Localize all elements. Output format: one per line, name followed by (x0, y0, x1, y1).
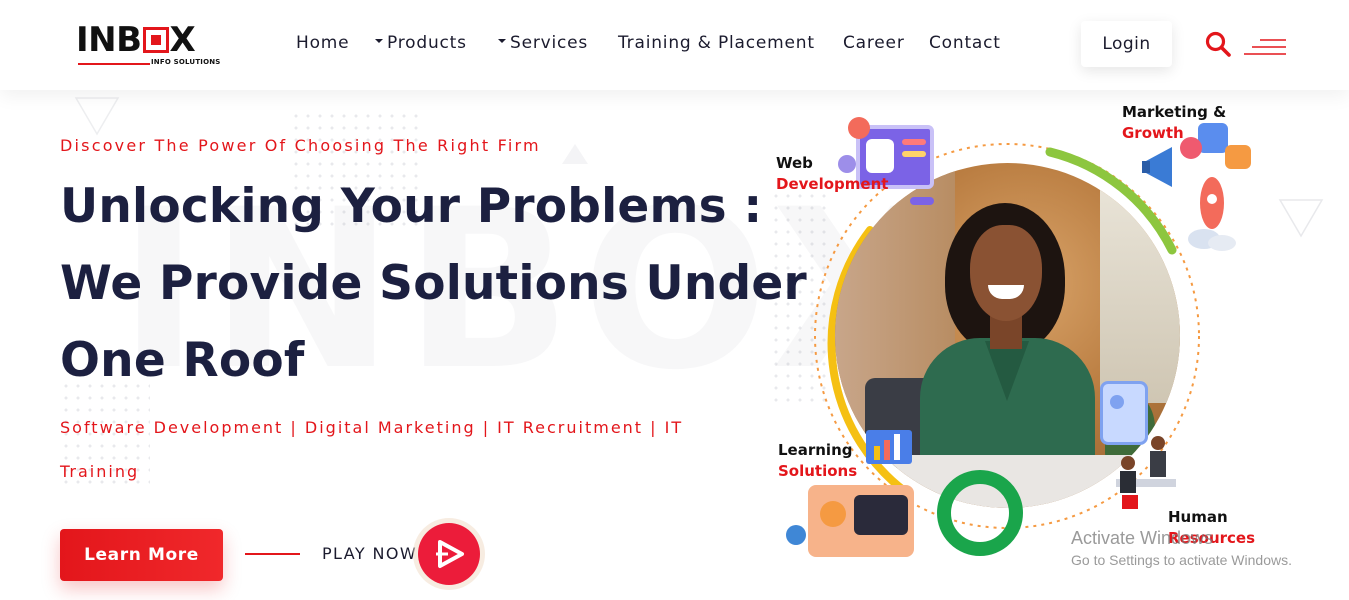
hero-illustration: Web Development Marketing & Growth Learn… (770, 95, 1330, 600)
bar-chart-icon (866, 430, 912, 464)
hero-headline: Unlocking Your Problems : We Provide Sol… (60, 168, 807, 399)
login-button[interactable]: Login (1081, 21, 1172, 67)
triangle-outline-icon (562, 144, 588, 164)
teacher-avatar-icon (820, 501, 846, 527)
photo-window (1100, 183, 1180, 403)
search-icon[interactable] (1204, 30, 1232, 58)
globe-icon (786, 525, 806, 545)
rocket-icon (1188, 177, 1236, 251)
nav-label: Products (387, 33, 467, 53)
activate-windows-title: Activate Windows (1071, 528, 1214, 548)
nav-label: Services (510, 33, 589, 53)
site-header: INB X INFO SOLUTIONS Home Products Servic… (0, 0, 1349, 90)
thumbs-up-icon (1198, 123, 1228, 153)
nav-item-career[interactable]: Career (843, 32, 905, 54)
activate-windows-watermark: Activate Windows Go to Settings to activ… (1071, 527, 1292, 571)
learning-solutions-label: Learning Solutions (778, 440, 857, 482)
logo-wordmark: INB X (76, 20, 196, 60)
blackboard-icon (854, 495, 908, 535)
play-icon (436, 540, 464, 568)
megaphone-icon (1142, 147, 1172, 187)
triangle-outline-icon (74, 97, 120, 136)
label-line: Marketing & (1122, 103, 1227, 121)
web-development-label: Web Development (776, 153, 888, 195)
headline-line-1: Unlocking Your Problems : (60, 179, 763, 234)
nav-label: Home (296, 33, 350, 53)
hero-services-list: Software Development | Digital Marketing… (60, 418, 684, 481)
logo-underline (78, 63, 150, 65)
play-button[interactable] (413, 518, 485, 590)
nav-label: Career (843, 33, 905, 53)
nav-label: Training & Placement (618, 33, 815, 53)
logo-text-start: INB (76, 20, 142, 60)
learn-more-button[interactable]: Learn More (60, 529, 223, 581)
label-line: Web (776, 154, 813, 172)
hero-eyebrow: Discover The Power Of Choosing The Right… (60, 136, 541, 155)
headline-line-3: One Roof (60, 333, 305, 388)
logo-text-end: X (169, 20, 196, 60)
monitor-stand-icon (910, 197, 934, 205)
profile-avatar-icon (1110, 395, 1124, 409)
logo-subtitle: INFO SOLUTIONS (151, 58, 221, 66)
play-button-circle (418, 523, 480, 585)
code-line-icon (902, 139, 926, 145)
green-ring-decoration (937, 470, 1023, 556)
photo-face (970, 225, 1042, 321)
nav-item-contact[interactable]: Contact (929, 32, 1001, 54)
nav-label: Contact (929, 33, 1001, 53)
logo-box-icon (142, 27, 169, 53)
label-line: Human (1168, 508, 1228, 526)
code-line-icon (902, 151, 926, 157)
activate-windows-subtitle: Go to Settings to activate Windows. (1071, 552, 1292, 568)
play-now-label[interactable]: PLAY NOW (322, 544, 417, 563)
nav-item-home[interactable]: Home (296, 32, 349, 54)
brand-logo[interactable]: INB X INFO SOLUTIONS (76, 22, 222, 68)
headline-line-2: We Provide Solutions Under (60, 256, 807, 311)
label-line: Solutions (778, 462, 858, 480)
caret-down-icon (375, 39, 383, 43)
play-divider-line (245, 553, 300, 555)
chat-bubble-icon (1225, 145, 1251, 169)
nav-item-services[interactable]: Services (498, 32, 588, 54)
target-icon (848, 117, 870, 139)
hamburger-menu-icon[interactable] (1242, 36, 1288, 58)
nav-item-products[interactable]: Products (375, 32, 467, 54)
label-line: Learning (778, 441, 853, 459)
label-line: Development (776, 175, 889, 193)
caret-down-icon (498, 39, 506, 43)
nav-item-training-placement[interactable]: Training & Placement (618, 32, 815, 54)
